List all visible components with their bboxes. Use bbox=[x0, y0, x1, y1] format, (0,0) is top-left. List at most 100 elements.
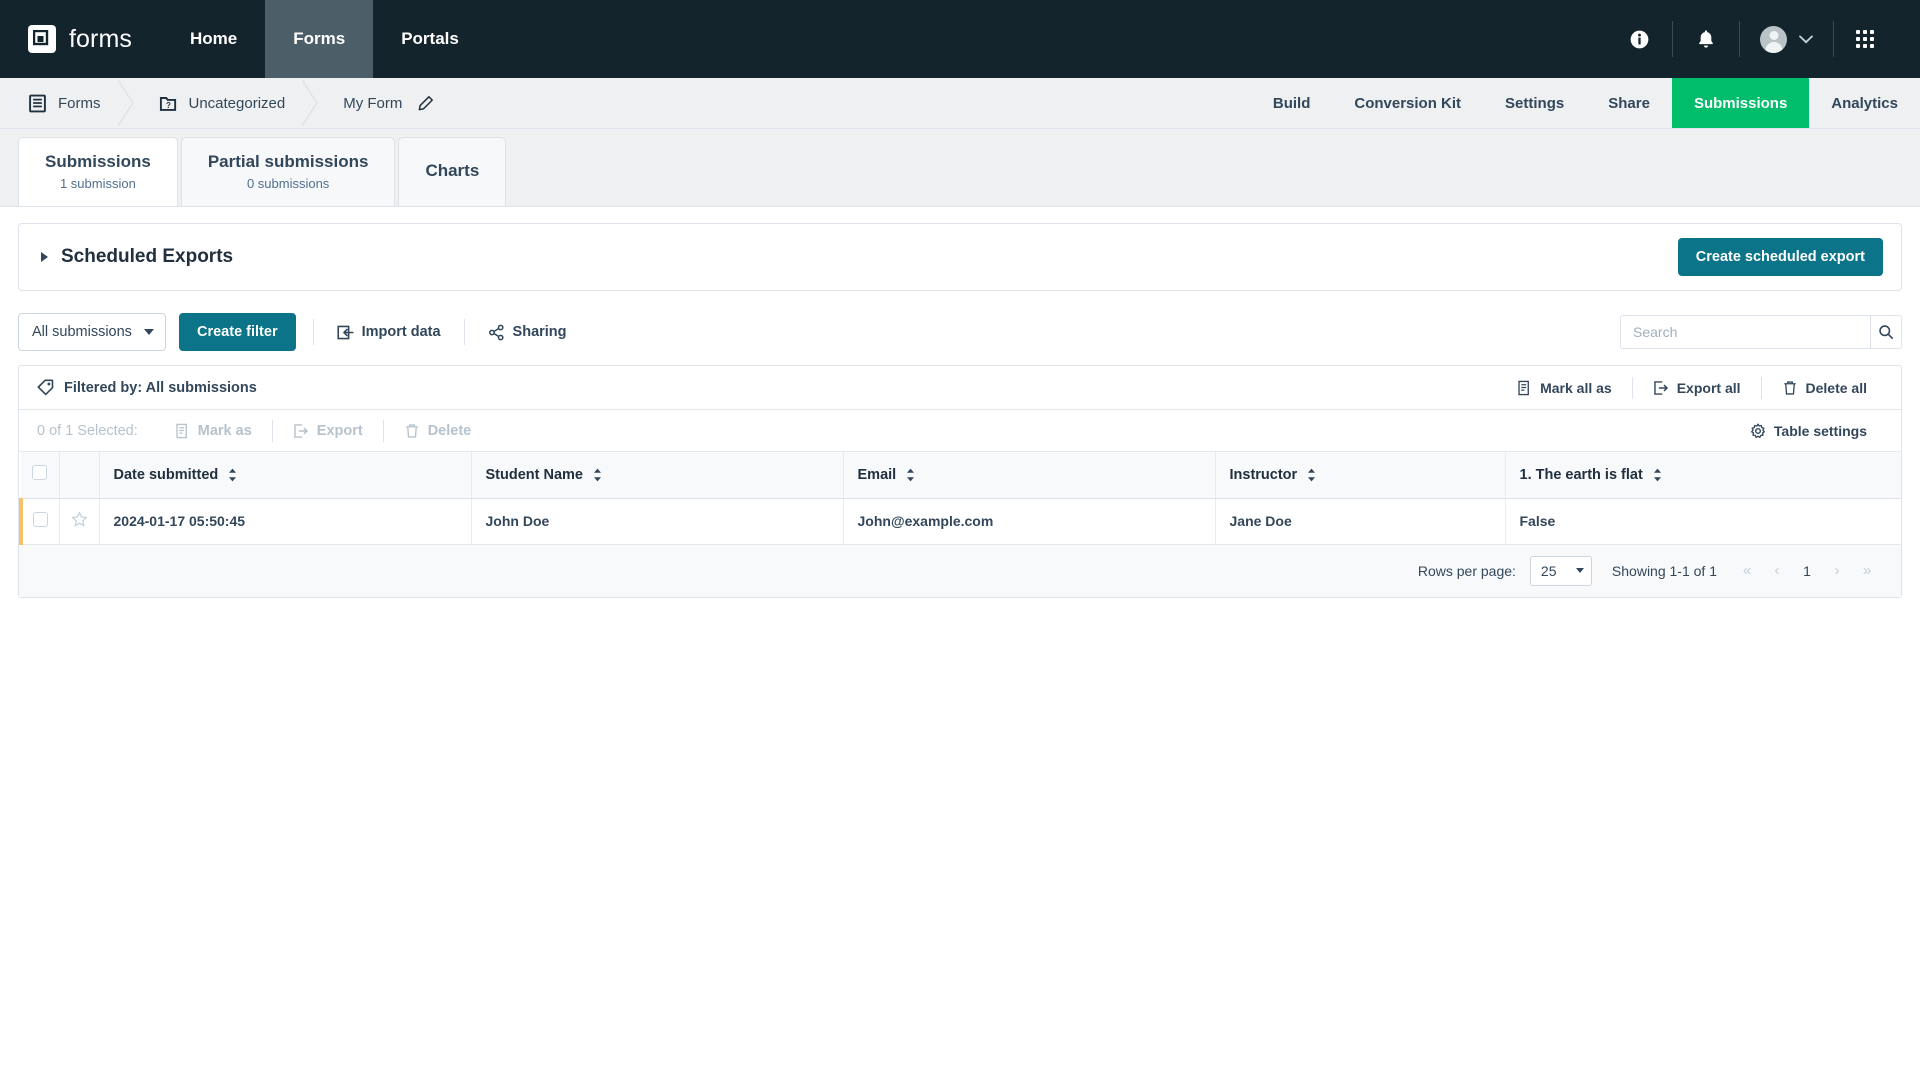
tab-submissions[interactable]: Submissions bbox=[1672, 78, 1809, 128]
delete-button[interactable]: Delete bbox=[384, 420, 492, 442]
export-all-button[interactable]: Export all bbox=[1633, 377, 1761, 399]
search-icon bbox=[1878, 324, 1894, 340]
column-label: Instructor bbox=[1230, 467, 1298, 483]
select-all-header bbox=[21, 452, 59, 498]
subtab-submissions[interactable]: Submissions 1 submission bbox=[18, 137, 178, 206]
breadcrumb-label: Forms bbox=[58, 95, 101, 112]
subtab-title: Submissions bbox=[45, 152, 151, 172]
nav-link-portals[interactable]: Portals bbox=[373, 0, 487, 78]
column-header-date-submitted[interactable]: Date submitted bbox=[99, 452, 471, 498]
table-header-row: Date submitted Student Name bbox=[21, 452, 1901, 498]
account-menu[interactable] bbox=[1740, 26, 1833, 53]
star-column-header bbox=[59, 452, 99, 498]
pencil-edit-icon[interactable] bbox=[417, 95, 434, 112]
import-data-button[interactable]: Import data bbox=[331, 320, 447, 345]
scheduled-exports-title: Scheduled Exports bbox=[61, 246, 233, 268]
folder-question-icon: ? bbox=[159, 94, 178, 113]
nav-link-home[interactable]: Home bbox=[162, 0, 265, 78]
sort-icon bbox=[1652, 468, 1663, 482]
trash-icon bbox=[404, 423, 420, 439]
create-filter-button[interactable]: Create filter bbox=[179, 313, 296, 351]
search-button[interactable] bbox=[1870, 315, 1902, 349]
info-icon[interactable] bbox=[1607, 29, 1672, 50]
subtab-subtitle: 0 submissions bbox=[208, 176, 369, 191]
subtab-charts[interactable]: Charts bbox=[398, 137, 506, 206]
import-data-label: Import data bbox=[362, 324, 441, 340]
table-settings-button[interactable]: Table settings bbox=[1730, 420, 1887, 442]
table-row[interactable]: 2024-01-17 05:50:45 John Doe John@exampl… bbox=[21, 498, 1901, 544]
last-page-button[interactable]: » bbox=[1855, 559, 1879, 583]
submissions-table: Date submitted Student Name bbox=[19, 452, 1901, 545]
subtab-title: Charts bbox=[425, 161, 479, 181]
delete-label: Delete bbox=[428, 423, 472, 439]
avatar bbox=[1760, 26, 1787, 53]
cell-student-name: John Doe bbox=[471, 498, 843, 544]
search-input[interactable] bbox=[1620, 315, 1870, 349]
sort-icon bbox=[1306, 468, 1317, 482]
caret-right-icon bbox=[41, 252, 48, 262]
top-navigation-bar: forms Home Forms Portals bbox=[0, 0, 1920, 78]
mark-as-icon bbox=[174, 423, 190, 439]
filtered-by-status: Filtered by: All submissions bbox=[37, 379, 257, 396]
column-header-email[interactable]: Email bbox=[843, 452, 1215, 498]
selection-count: 0 of 1 Selected: bbox=[37, 423, 138, 439]
submissions-table-card: Filtered by: All submissions Mark all as bbox=[18, 365, 1902, 598]
submission-filter-select[interactable]: All submissions bbox=[18, 313, 166, 351]
select-all-checkbox[interactable] bbox=[32, 465, 47, 480]
breadcrumb-item-forms[interactable]: Forms bbox=[0, 78, 131, 128]
mark-as-label: Mark as bbox=[198, 423, 252, 439]
column-header-earth-is-flat[interactable]: 1. The earth is flat bbox=[1505, 452, 1901, 498]
breadcrumb-label: Uncategorized bbox=[189, 95, 286, 112]
share-icon bbox=[488, 324, 505, 341]
trash-icon bbox=[1782, 380, 1798, 396]
tab-share[interactable]: Share bbox=[1586, 78, 1672, 128]
column-label: 1. The earth is flat bbox=[1520, 467, 1643, 483]
export-label: Export bbox=[317, 423, 363, 439]
delete-all-button[interactable]: Delete all bbox=[1762, 377, 1887, 399]
brand-logo[interactable]: forms bbox=[0, 0, 162, 78]
sort-icon bbox=[592, 468, 603, 482]
first-page-button[interactable]: « bbox=[1735, 559, 1759, 583]
row-checkbox[interactable] bbox=[33, 512, 48, 527]
rows-per-page-select[interactable]: 25 bbox=[1530, 556, 1592, 586]
column-label: Date submitted bbox=[114, 467, 219, 483]
subtab-partial-submissions[interactable]: Partial submissions 0 submissions bbox=[181, 137, 396, 206]
tab-conversion-kit[interactable]: Conversion Kit bbox=[1332, 78, 1483, 128]
tab-settings[interactable]: Settings bbox=[1483, 78, 1586, 128]
submission-filter-value: All submissions bbox=[32, 324, 132, 340]
create-scheduled-export-button[interactable]: Create scheduled export bbox=[1678, 238, 1883, 276]
export-icon bbox=[293, 423, 309, 439]
pagination-bar: Rows per page: 25 Showing 1-1 of 1 « ‹ 1… bbox=[19, 545, 1901, 597]
next-page-button[interactable]: › bbox=[1825, 559, 1849, 583]
gear-icon bbox=[1750, 423, 1766, 439]
scheduled-exports-panel: Scheduled Exports Create scheduled expor… bbox=[18, 223, 1902, 291]
sort-icon bbox=[905, 468, 916, 482]
page-number-1[interactable]: 1 bbox=[1795, 563, 1819, 579]
nav-link-forms[interactable]: Forms bbox=[265, 0, 373, 78]
subtab-title: Partial submissions bbox=[208, 152, 369, 172]
breadcrumb: Forms ? Uncategorized My Form bbox=[0, 78, 464, 128]
star-icon bbox=[71, 511, 88, 528]
divider bbox=[464, 319, 465, 345]
pagination-controls: « ‹ 1 › » bbox=[1735, 559, 1879, 583]
column-header-student-name[interactable]: Student Name bbox=[471, 452, 843, 498]
table-settings-group: Table settings bbox=[1730, 420, 1887, 442]
filtered-by-bar: Filtered by: All submissions Mark all as bbox=[19, 366, 1901, 410]
scheduled-exports-toggle[interactable]: Scheduled Exports bbox=[41, 246, 233, 268]
column-header-instructor[interactable]: Instructor bbox=[1215, 452, 1505, 498]
cell-earth-is-flat: False bbox=[1505, 498, 1901, 544]
breadcrumb-item-uncategorized[interactable]: ? Uncategorized bbox=[131, 78, 316, 128]
top-nav-right-group bbox=[1607, 0, 1920, 78]
notifications-bell-icon[interactable] bbox=[1673, 28, 1739, 50]
tab-analytics[interactable]: Analytics bbox=[1809, 78, 1920, 128]
sharing-button[interactable]: Sharing bbox=[482, 320, 573, 345]
previous-page-button[interactable]: ‹ bbox=[1765, 559, 1789, 583]
mark-as-button[interactable]: Mark as bbox=[154, 420, 272, 442]
mark-all-as-button[interactable]: Mark all as bbox=[1496, 377, 1632, 399]
main-content: Scheduled Exports Create scheduled expor… bbox=[0, 207, 1920, 598]
search-box bbox=[1620, 315, 1902, 349]
apps-grid-icon[interactable] bbox=[1834, 30, 1896, 48]
showing-range-label: Showing 1-1 of 1 bbox=[1612, 563, 1717, 579]
tab-build[interactable]: Build bbox=[1251, 78, 1333, 128]
export-button[interactable]: Export bbox=[273, 420, 383, 442]
